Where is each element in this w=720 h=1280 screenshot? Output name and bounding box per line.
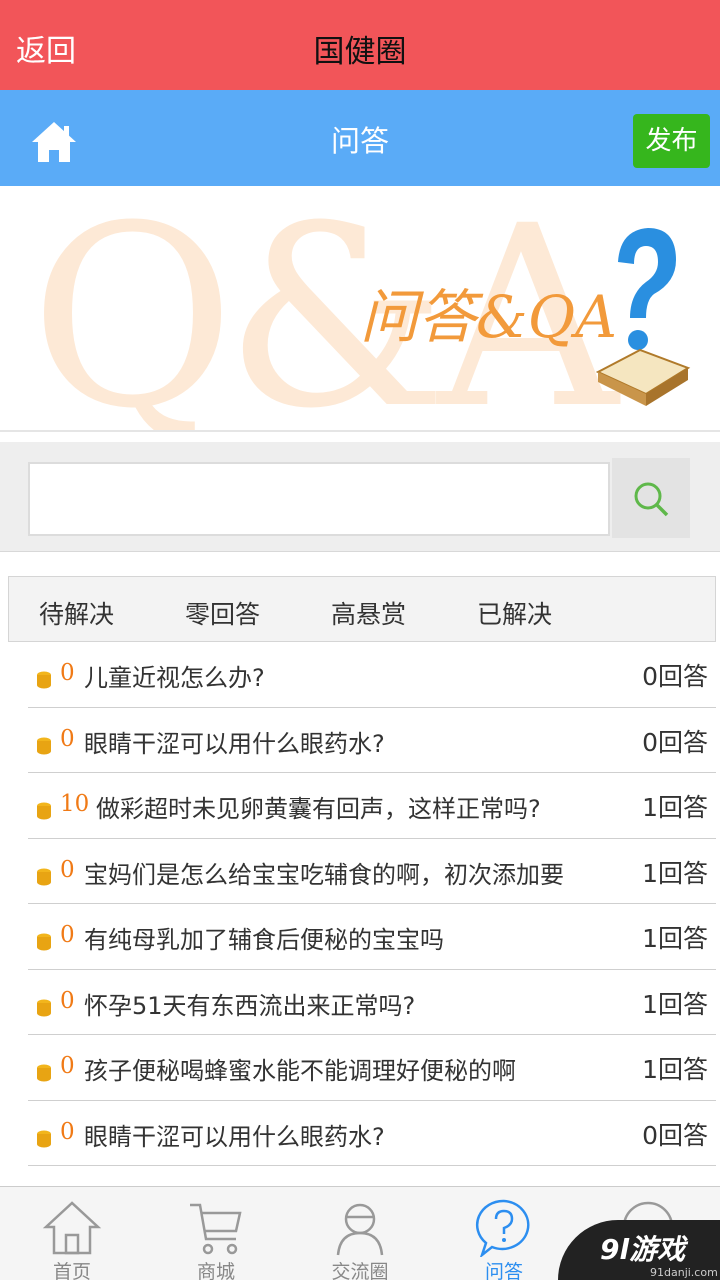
nav-shop[interactable]: 商城 [144,1187,288,1280]
tab-unsolved[interactable]: 待解决 [39,595,114,631]
watermark-sub: 91danji.com [650,1266,718,1279]
search-icon [634,482,669,517]
question-title[interactable]: 怀孕51天有东西流出来正常吗? [84,986,415,1021]
question-title[interactable]: 眼睛干涩可以用什么眼药水? [84,724,385,759]
tab-solved[interactable]: 已解决 [477,595,552,631]
banner-caption: 问答&QA [360,283,618,351]
search-button[interactable] [612,458,690,538]
answer-count: 1回答 [642,924,708,953]
question-row[interactable]: 0 眼睛干涩可以用什么眼药水? 0回答 [28,1101,716,1166]
coin-icon [37,671,51,689]
question-row[interactable]: 0 孩子便秘喝蜂蜜水能不能调理好便秘的啊 1回答 [28,1035,716,1101]
nav-qa[interactable]: 问答 [432,1187,576,1280]
nav-community[interactable]: 交流圈 [288,1187,432,1280]
coin-icon [37,933,51,951]
coin-icon [37,868,51,885]
coin-icon [37,999,51,1016]
app-title: 国健圈 [313,34,407,70]
answer-count: 1回答 [642,989,708,1019]
answer-count: 1回答 [642,858,708,888]
question-title[interactable]: 儿童近视怎么办? [84,658,265,693]
reward-amount: 10 [60,791,90,817]
nav-home[interactable]: 首页 [0,1187,144,1280]
cart-icon [190,1203,242,1255]
reward-amount: 0 [60,1118,75,1145]
question-row[interactable]: 0 宝妈们是怎么给宝宝吃辅食的啊，初次添加要 1回答 [28,839,716,904]
question-row[interactable]: 0 眼睛干涩可以用什么眼药水? 0回答 [28,708,716,773]
question-icon [475,1199,530,1257]
nav-label: 问答 [484,1261,523,1280]
community-icon [336,1203,384,1256]
question-row[interactable]: 0 怀孕51天有东西流出来正常吗? 1回答 [28,970,716,1035]
coin-icon [37,1130,51,1147]
publish-button[interactable]: 发布 [633,114,710,168]
top-bar: 返回 国健圈 [0,0,720,90]
reward-amount: 0 [60,660,75,686]
answer-count: 0回答 [642,1120,708,1150]
question-title[interactable]: 有纯母乳加了辅食后便秘的宝宝吗 [84,920,444,955]
reward-amount: 0 [60,725,75,752]
tab-zero-answers[interactable]: 零回答 [185,595,260,631]
question-title[interactable]: 宝妈们是怎么给宝宝吃辅食的啊，初次添加要 [84,855,624,890]
sub-header: 问答 发布 [0,90,720,186]
nav-label: 商城 [196,1261,235,1280]
answer-count: 0回答 [642,727,708,757]
coin-icon [37,1064,51,1082]
question-row[interactable]: 10 做彩超时未见卵黄囊有回声，这样正常吗? 1回答 [28,773,716,839]
reward-amount: 0 [60,1053,75,1079]
answer-count: 1回答 [642,793,708,822]
home-outline-icon [42,1201,102,1255]
question-book-icon [595,228,691,406]
tab-high-reward[interactable]: 高悬赏 [331,595,406,631]
page-title: 问答 [330,124,389,158]
coin-icon [37,737,51,754]
search-bar [0,442,720,552]
reward-amount: 0 [60,856,75,883]
reward-amount: 0 [60,922,75,948]
nav-label: 交流圈 [331,1261,389,1280]
question-row[interactable]: 0 有纯母乳加了辅食后便秘的宝宝吗 1回答 [28,904,716,970]
question-title[interactable]: 做彩超时未见卵黄囊有回声，这样正常吗? [96,789,541,824]
answer-count: 0回答 [642,662,708,691]
coin-icon [37,802,51,820]
nav-label: 首页 [52,1261,91,1280]
question-row[interactable]: 0 儿童近视怎么办? 0回答 [28,642,716,708]
question-title[interactable]: 孩子便秘喝蜂蜜水能不能调理好便秘的啊 [84,1051,516,1086]
filter-tabs: 待解决 零回答 高悬赏 已解决 [8,576,716,642]
question-list: 0 儿童近视怎么办? 0回答 0 眼睛干涩可以用什么眼药水? 0回答 10 做彩… [28,642,716,1166]
answer-count: 1回答 [642,1055,708,1084]
search-input[interactable] [28,462,610,536]
question-title[interactable]: 眼睛干涩可以用什么眼药水? [84,1117,385,1152]
watermark-text: 9l游戏 [600,1233,686,1266]
qa-banner: Q&A 问答&QA [0,192,720,432]
reward-amount: 0 [60,987,75,1014]
